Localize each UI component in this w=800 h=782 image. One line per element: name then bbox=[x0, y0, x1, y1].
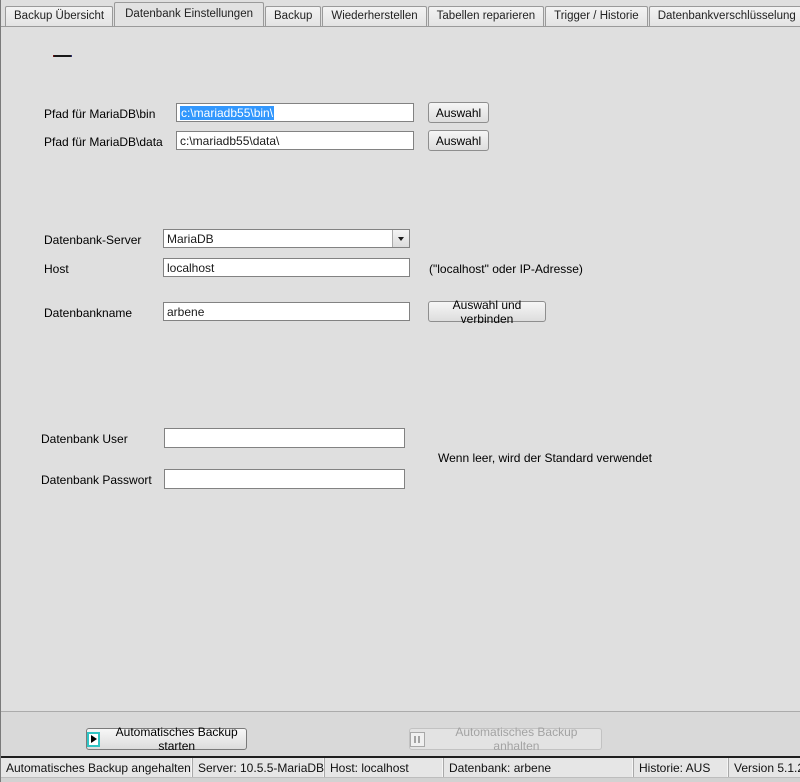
db-password-input[interactable] bbox=[164, 469, 405, 489]
bottom-strip bbox=[1, 777, 800, 782]
path-bin-value: c:\mariadb55\bin\ bbox=[180, 106, 274, 120]
server-label: Datenbank-Server bbox=[44, 233, 141, 247]
status-backup-state: Automatisches Backup angehalten bbox=[1, 758, 193, 777]
status-history: Historie: AUS bbox=[634, 758, 729, 777]
tab-datenbank-einstellungen[interactable]: Datenbank Einstellungen bbox=[114, 2, 264, 27]
path-bin-input[interactable]: c:\mariadb55\bin\ bbox=[176, 103, 414, 122]
status-server-version: Server: 10.5.5-MariaDB bbox=[193, 758, 325, 777]
db-user-label: Datenbank User bbox=[41, 432, 128, 446]
stop-auto-backup-label: Automatisches Backup anhalten bbox=[432, 725, 601, 753]
tab-trigger-historie[interactable]: Trigger / Historie bbox=[545, 6, 648, 26]
divider-line bbox=[53, 55, 72, 57]
status-host: Host: localhost bbox=[325, 758, 444, 777]
path-data-value: c:\mariadb55\data\ bbox=[180, 134, 279, 148]
host-value: localhost bbox=[167, 261, 214, 275]
dbname-select-connect-button[interactable]: Auswahl und verbinden bbox=[428, 301, 546, 322]
default-credentials-hint: Wenn leer, wird der Standard verwendet bbox=[438, 451, 652, 465]
stop-auto-backup-button: Automatisches Backup anhalten bbox=[409, 728, 602, 750]
action-panel: Automatisches Backup starten Automatisch… bbox=[1, 711, 800, 756]
path-bin-label: Pfad für MariaDB\bin bbox=[44, 107, 155, 121]
host-note: ("localhost" oder IP-Adresse) bbox=[429, 262, 583, 276]
path-data-input[interactable]: c:\mariadb55\data\ bbox=[176, 131, 414, 150]
tab-bar: Backup Übersicht Datenbank Einstellungen… bbox=[1, 0, 800, 27]
path-data-browse-button[interactable]: Auswahl bbox=[428, 130, 489, 151]
db-user-input[interactable] bbox=[164, 428, 405, 448]
dbname-label: Datenbankname bbox=[44, 306, 132, 320]
tab-datenbankverschluesselung[interactable]: Datenbankverschlüsselung bbox=[649, 6, 800, 26]
tab-backup-uebersicht[interactable]: Backup Übersicht bbox=[5, 6, 113, 26]
server-select[interactable]: MariaDB bbox=[163, 229, 410, 248]
tab-backup[interactable]: Backup bbox=[265, 6, 321, 26]
server-selected-value: MariaDB bbox=[167, 232, 214, 246]
chevron-down-icon[interactable] bbox=[392, 230, 409, 247]
play-icon bbox=[87, 732, 100, 747]
status-bar: Automatisches Backup angehalten Server: … bbox=[1, 758, 800, 777]
pause-icon bbox=[410, 732, 425, 747]
dbname-value: arbene bbox=[167, 305, 204, 319]
path-data-label: Pfad für MariaDB\data bbox=[44, 135, 163, 149]
status-version: Version 5.1.2 bbox=[729, 758, 800, 777]
host-input[interactable]: localhost bbox=[163, 258, 410, 277]
path-bin-browse-button[interactable]: Auswahl bbox=[428, 102, 489, 123]
host-label: Host bbox=[44, 262, 69, 276]
db-password-label: Datenbank Passwort bbox=[41, 473, 152, 487]
status-database: Datenbank: arbene bbox=[444, 758, 634, 777]
app-window: { "tabs": [ { "label": "Backup Übersicht… bbox=[0, 0, 800, 782]
start-auto-backup-button[interactable]: Automatisches Backup starten bbox=[86, 728, 247, 750]
tab-content-panel: Pfad für MariaDB\bin c:\mariadb55\bin\ A… bbox=[1, 27, 800, 711]
dbname-input[interactable]: arbene bbox=[163, 302, 410, 321]
tab-wiederherstellen[interactable]: Wiederherstellen bbox=[322, 6, 426, 26]
start-auto-backup-label: Automatisches Backup starten bbox=[107, 725, 246, 753]
tab-tabellen-reparieren[interactable]: Tabellen reparieren bbox=[428, 6, 544, 26]
